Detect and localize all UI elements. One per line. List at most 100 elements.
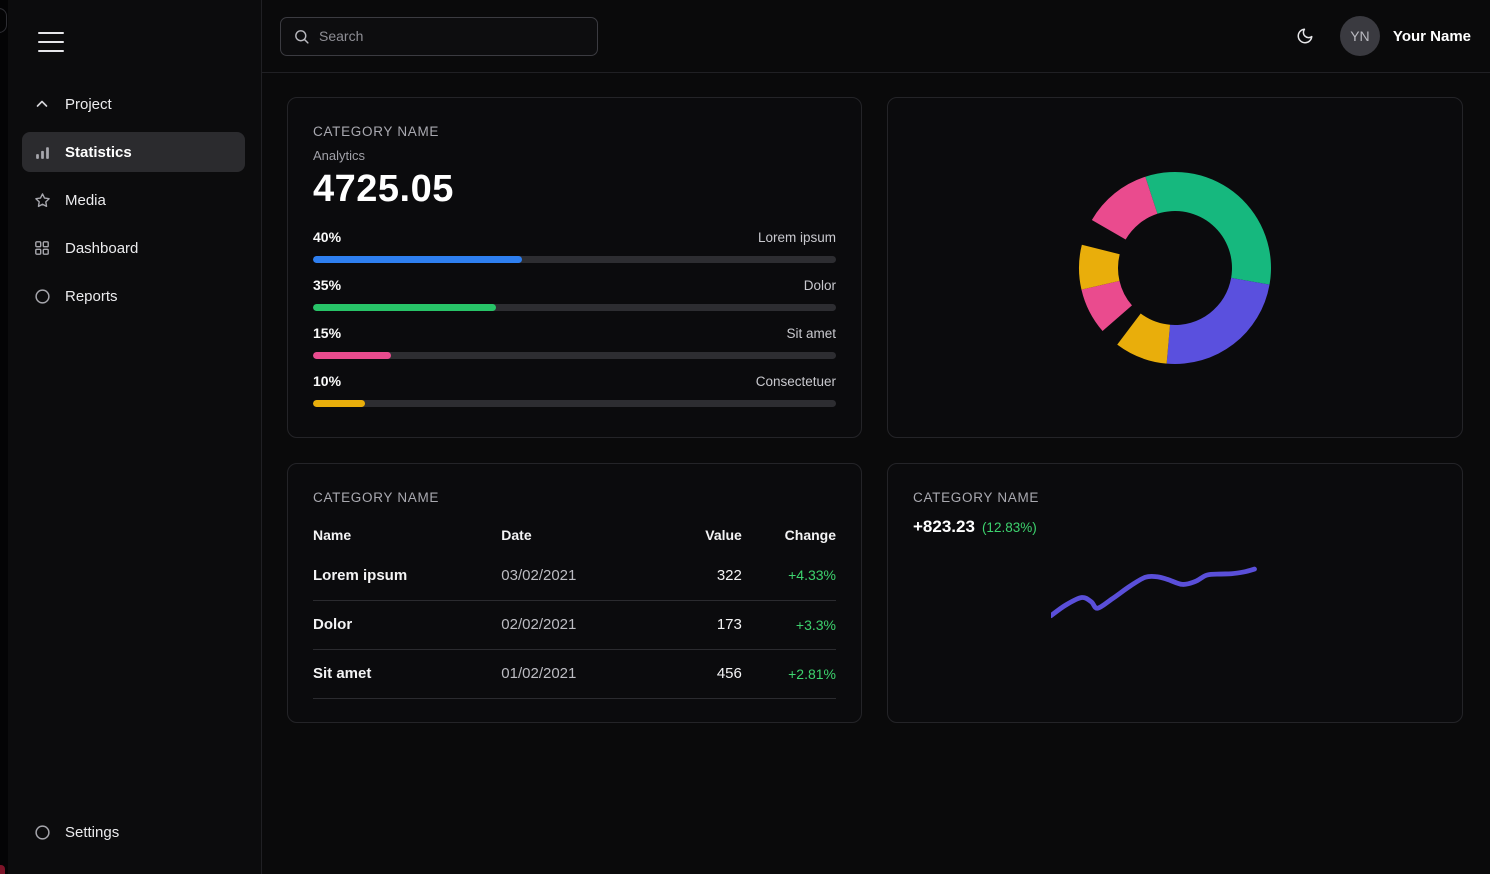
grid-icon [33,240,51,256]
progress-percent: 40% [313,229,341,245]
cell-change: +2.81% [742,649,836,698]
card-category-label: CATEGORY NAME [313,490,836,505]
progress-label: Dolor [804,278,836,293]
offscreen-element-sliver [0,8,7,33]
progress-label: Lorem ipsum [758,230,836,245]
donut-segment-yellow [1117,313,1170,363]
cell-value: 456 [658,649,742,698]
dashboard-content: CATEGORY NAME Analytics 4725.05 40% Lorem… [262,73,1490,723]
progress-fill [313,352,391,359]
progress-track [313,352,836,359]
sidebar-footer: Settings [22,812,245,860]
window-edge-strip [0,0,8,874]
topbar-right: YN Your Name [1292,16,1471,56]
circle-icon [33,824,51,841]
progress-bar-list: 40%Lorem ipsum35%Dolor15%Sit amet10%Cons… [313,229,836,407]
card-category-label: CATEGORY NAME [313,124,836,139]
sidebar-item-dashboard[interactable]: Dashboard [22,228,245,268]
column-header-date: Date [501,519,658,551]
donut-segment-purple [1167,277,1270,363]
sidebar-group-project[interactable]: Project [22,84,245,124]
app-root: Project StatisticsMediaDashboardReports … [0,0,1490,874]
trend-value: +823.23 [913,517,975,537]
avatar-initials: YN [1350,28,1369,44]
progress-percent: 10% [313,373,341,389]
sidebar-item-statistics[interactable]: Statistics [22,132,245,172]
donut-chart [1070,163,1280,373]
sidebar-nav: Project Statistics Media Dashboard Reports [22,84,245,316]
chevron-up-icon [33,96,51,112]
topbar: YN Your Name [262,0,1490,73]
user-name[interactable]: Your Name [1393,28,1471,45]
progress-percent: 15% [313,325,341,341]
search-box[interactable] [280,17,598,56]
trend-card: CATEGORY NAME +823.23 (12.83%) [887,463,1463,723]
hamburger-icon [38,50,64,52]
line-chart [1051,557,1263,621]
analytics-card: CATEGORY NAME Analytics 4725.05 40% Lorem… [287,97,862,438]
cell-change: +3.3% [742,600,836,649]
moon-icon [1296,27,1314,45]
cell-change: +4.33% [742,551,836,600]
search-icon [293,28,310,45]
sidebar-item-label: Dashboard [65,240,138,257]
hamburger-icon [38,32,64,34]
cell-date: 01/02/2021 [501,649,658,698]
progress-track [313,304,836,311]
analytics-subtitle: Analytics [313,148,836,163]
cell-value: 322 [658,551,742,600]
donut-segment-pink [1081,280,1132,330]
progress-bar-row: 40% Lorem ipsum [313,229,836,263]
cell-name: Dolor [313,600,501,649]
trend-summary: +823.23 (12.83%) [913,517,1437,537]
sidebar-group-label: Project [65,96,112,113]
donut-segment-green [1145,172,1271,285]
star-icon [33,192,51,209]
search-input[interactable] [319,28,585,44]
column-header-name: Name [313,519,501,551]
bar-chart-icon [33,144,51,161]
cell-date: 03/02/2021 [501,551,658,600]
cell-value: 173 [658,600,742,649]
cell-name: Lorem ipsum [313,551,501,600]
sidebar-item-label: Reports [65,288,118,305]
progress-label: Consectetuer [756,374,836,389]
main-area: YN Your Name CATEGORY NAME Analytics 472… [262,0,1490,874]
cell-date: 02/02/2021 [501,600,658,649]
card-category-label: CATEGORY NAME [913,490,1437,505]
hamburger-icon [38,41,64,43]
progress-percent: 35% [313,277,341,293]
column-header-change: Change [742,519,836,551]
sidebar-item-settings[interactable]: Settings [22,812,245,852]
sidebar-item-reports[interactable]: Reports [22,276,245,316]
sidebar-item-label: Media [65,192,106,209]
data-table: NameDateValueChange Lorem ipsum03/02/202… [313,519,836,699]
cell-name: Sit amet [313,649,501,698]
sidebar-item-label: Statistics [65,144,132,161]
progress-bar-row: 10% Consectetuer [313,373,836,407]
circle-icon [33,288,51,305]
progress-bar-row: 35% Dolor [313,277,836,311]
analytics-total: 4725.05 [313,167,836,211]
sidebar-item-label: Settings [65,824,119,841]
column-header-value: Value [658,519,742,551]
trend-change: (12.83%) [982,520,1037,535]
red-accent-speck [0,865,5,874]
progress-fill [313,304,496,311]
progress-track [313,400,836,407]
theme-toggle-button[interactable] [1292,23,1318,49]
table-header-row: NameDateValueChange [313,519,836,551]
menu-toggle-button[interactable] [38,32,64,52]
progress-fill [313,256,522,263]
donut-segment-pink-2 [1092,176,1158,239]
avatar[interactable]: YN [1340,16,1380,56]
sidebar-items: Statistics Media Dashboard Reports [22,132,245,316]
table-row: Dolor02/02/2021173+3.3% [313,600,836,649]
sidebar-item-media[interactable]: Media [22,180,245,220]
table-row: Lorem ipsum03/02/2021322+4.33% [313,551,836,600]
table-row: Sit amet01/02/2021456+2.81% [313,649,836,698]
progress-fill [313,400,365,407]
trend-line-path [1051,569,1255,616]
progress-track [313,256,836,263]
sidebar: Project StatisticsMediaDashboardReports … [0,0,262,874]
